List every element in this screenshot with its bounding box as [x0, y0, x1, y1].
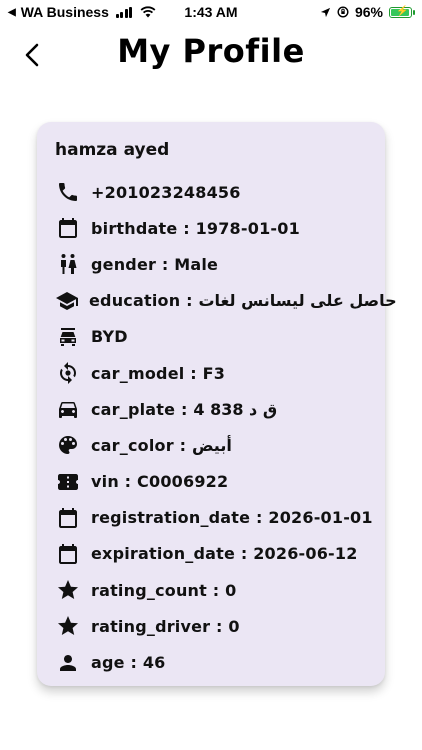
profile-detail-text: vin : C0006922 [91, 472, 228, 491]
status-bar: ◀ WA Business 1:43 AM 96% ⚡ [0, 0, 422, 26]
profile-detail-row: registration_date : 2026-01-01 [55, 500, 375, 536]
detail-label: car_model [91, 363, 185, 383]
profile-card: hamza ayed +201023248456 birthdate : 1978… [37, 122, 396, 686]
ticket-icon [55, 469, 81, 495]
phone-icon [55, 179, 81, 205]
detail-separator: : [250, 508, 269, 528]
car-front-icon [55, 324, 81, 350]
calendar-icon [55, 541, 81, 567]
detail-value: F3 [202, 363, 226, 383]
detail-value: Male [174, 254, 219, 274]
detail-value: 46 [142, 653, 166, 673]
profile-detail-text: expiration_date : 2026-06-12 [91, 544, 358, 563]
car-model-icon [55, 360, 81, 386]
car-icon [55, 396, 81, 422]
detail-label: car_color [91, 435, 174, 455]
profile-detail-row: education : حاصل على ليسانس لغات [55, 283, 396, 319]
detail-separator: : [118, 472, 138, 492]
profile-detail-text: gender : Male [91, 255, 218, 274]
profile-detail-text: car_model : F3 [91, 364, 225, 383]
detail-value: 2026-01-01 [268, 508, 373, 528]
star-icon [55, 577, 81, 603]
profile-detail-text: rating_count : 0 [91, 581, 236, 600]
profile-detail-row: +201023248456 [55, 174, 375, 210]
detail-separator: : [210, 616, 229, 636]
page-title: My Profile [117, 32, 305, 70]
profile-detail-row: expiration_date : 2026-06-12 [55, 536, 375, 572]
palette-icon [55, 432, 81, 458]
detail-label: vin [91, 472, 119, 492]
profile-detail-row: car_color : أبيض [55, 427, 375, 463]
graduation-cap-icon [55, 288, 79, 314]
detail-value: BYD [91, 327, 128, 347]
profile-name: hamza ayed [55, 140, 170, 160]
profile-detail-row: car_plate : ق د 838 4 [55, 391, 375, 427]
orientation-lock-icon [337, 6, 349, 18]
app-header: My Profile [0, 30, 422, 78]
detail-separator: : [235, 544, 254, 564]
location-arrow-icon [320, 7, 331, 17]
detail-value: 0 [228, 616, 240, 636]
battery-charging-icon: ⚡ [389, 6, 415, 18]
detail-separator: : [206, 580, 226, 600]
detail-value: 1978-01-01 [195, 218, 300, 238]
detail-separator: : [184, 363, 203, 383]
profile-detail-row: vin : C0006922 [55, 464, 375, 500]
detail-value: C0006922 [137, 472, 229, 492]
profile-detail-row: age : 46 [55, 644, 375, 680]
detail-separator: : [175, 399, 194, 419]
profile-detail-text: car_color : أبيض [91, 436, 232, 455]
profile-details-list: +201023248456 birthdate : 1978-01-01 gende… [55, 174, 396, 681]
battery-percent: 96% [354, 4, 383, 20]
profile-detail-row: gender : Male [55, 246, 375, 282]
detail-label: education [89, 291, 181, 311]
profile-detail-row: car_model : F3 [55, 355, 375, 391]
profile-detail-text: rating_driver : 0 [91, 617, 240, 636]
detail-label: age [91, 653, 125, 673]
calendar-icon [55, 505, 81, 531]
detail-value: 2026-06-12 [253, 544, 358, 564]
profile-detail-text: +201023248456 [91, 183, 241, 202]
detail-separator: : [124, 653, 143, 673]
detail-value: ق د 838 4 [193, 399, 278, 419]
profile-detail-row: birthdate : 1978-01-01 [55, 210, 375, 246]
profile-detail-text: education : حاصل على ليسانس لغات [89, 291, 397, 310]
star-icon [55, 613, 81, 639]
profile-detail-text: birthdate : 1978-01-01 [91, 219, 300, 238]
detail-separator: : [177, 218, 196, 238]
detail-label: registration_date [91, 508, 251, 528]
profile-detail-text: car_plate : ق د 838 4 [91, 400, 277, 419]
detail-label: expiration_date [91, 544, 236, 564]
detail-label: rating_count [91, 580, 207, 600]
detail-value: أبيض [191, 435, 232, 455]
person-icon [55, 650, 81, 676]
profile-detail-text: registration_date : 2026-01-01 [91, 508, 373, 527]
profile-detail-text: age : 46 [91, 653, 166, 672]
detail-value: +201023248456 [91, 182, 241, 202]
status-right: 96% ⚡ [320, 4, 415, 20]
detail-label: rating_driver [91, 616, 211, 636]
profile-detail-text: BYD [91, 327, 128, 346]
detail-value: حاصل على ليسانس لغات [198, 291, 397, 311]
profile-detail-row: BYD [55, 319, 375, 355]
detail-separator: : [156, 254, 175, 274]
detail-separator: : [180, 291, 199, 311]
detail-label: birthdate [91, 218, 178, 238]
detail-label: gender [91, 254, 157, 274]
detail-label: car_plate [91, 399, 176, 419]
profile-detail-row: rating_count : 0 [55, 572, 375, 608]
gender-icon [55, 251, 81, 277]
detail-value: 0 [225, 580, 237, 600]
profile-detail-row: rating_driver : 0 [55, 608, 375, 644]
calendar-icon [55, 215, 81, 241]
detail-separator: : [173, 435, 192, 455]
